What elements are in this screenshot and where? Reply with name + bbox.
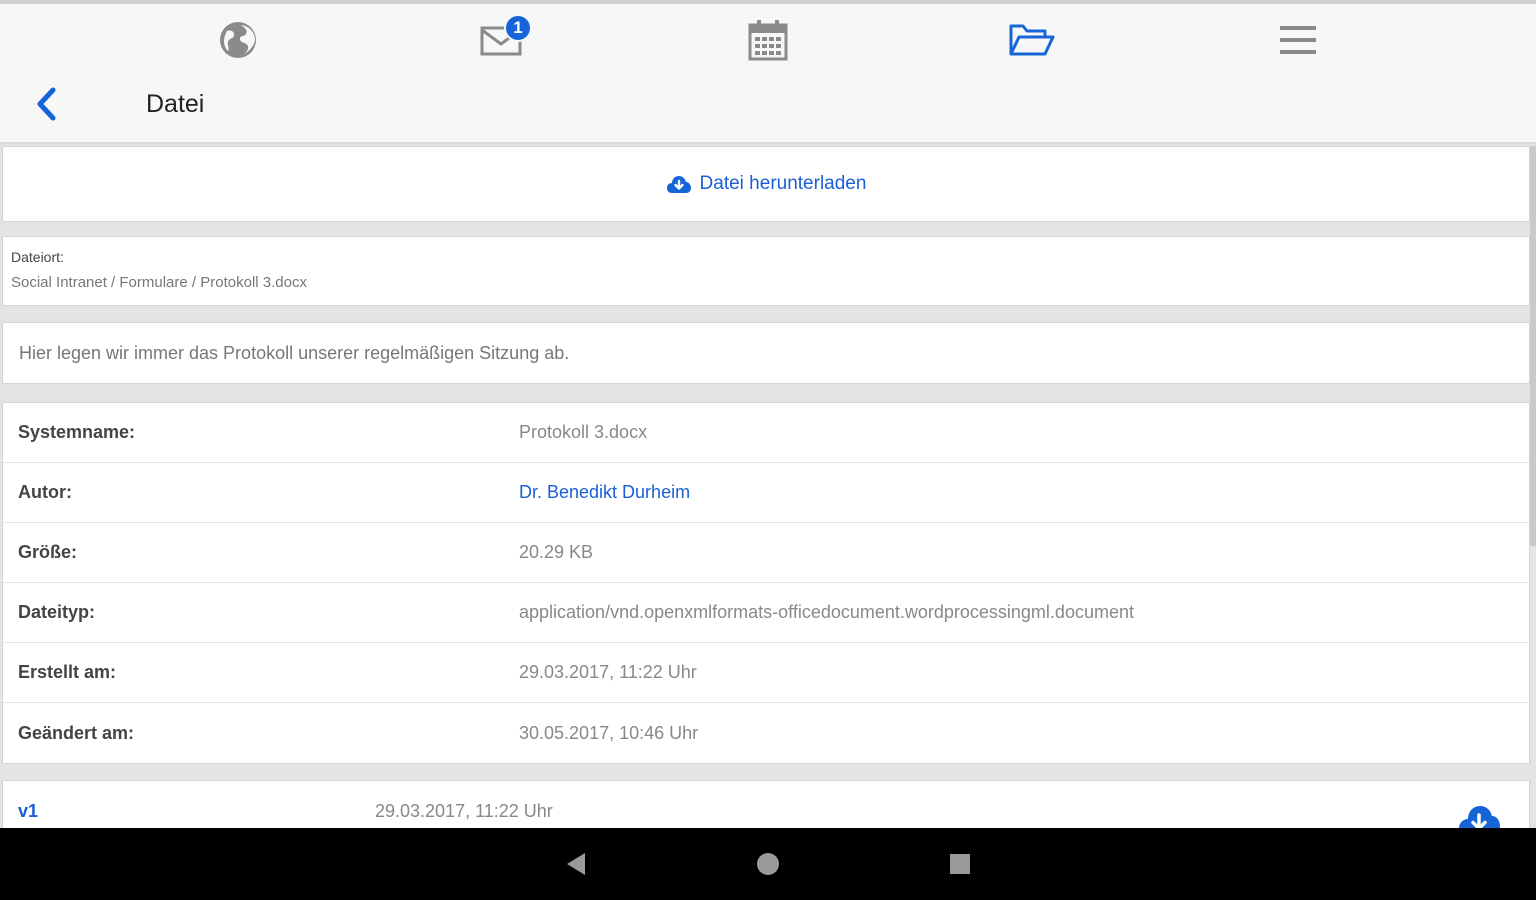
download-card[interactable]: Datei herunterladen xyxy=(2,146,1530,222)
notification-badge: 1 xyxy=(504,14,532,42)
scrollbar[interactable] xyxy=(1530,146,1536,546)
author-link[interactable]: Dr. Benedikt Durheim xyxy=(519,482,690,503)
home-circle-icon xyxy=(757,853,779,875)
detail-value: application/vnd.openxmlformats-officedoc… xyxy=(519,602,1134,622)
version-date: 29.03.2017, 11:22 Uhr xyxy=(375,801,553,821)
app-header: 1 Datei xyxy=(0,4,1536,144)
back-triangle-icon xyxy=(567,853,585,875)
file-location: Dateiort: Social Intranet / Formulare / … xyxy=(2,236,1530,306)
location-path: Social Intranet / Formulare / Protokoll … xyxy=(11,274,307,291)
back-button[interactable] xyxy=(24,80,68,128)
detail-row-modified: Geändert am: 30.05.2017, 10:46 Uhr xyxy=(3,703,1529,763)
nav-recents-button[interactable] xyxy=(940,846,980,882)
detail-value: 20.29 KB xyxy=(519,542,594,562)
tab-mail[interactable]: 1 xyxy=(470,12,534,68)
tab-files[interactable] xyxy=(1000,12,1064,68)
detail-label: Erstellt am: xyxy=(18,662,117,682)
globe-icon xyxy=(220,22,256,58)
location-label: Dateiort: xyxy=(11,249,64,265)
detail-row-filetype: Dateityp: application/vnd.openxmlformats… xyxy=(3,583,1529,643)
detail-row-size: Größe: 20.29 KB xyxy=(3,523,1529,583)
detail-row-author: Autor: Dr. Benedikt Durheim xyxy=(3,463,1529,523)
system-nav-bar xyxy=(0,828,1536,900)
detail-label: Dateityp: xyxy=(18,602,96,622)
detail-row-systemname: Systemname: Protokoll 3.docx xyxy=(3,403,1529,463)
version-link[interactable]: v1 xyxy=(18,801,38,822)
download-label: Datei herunterladen xyxy=(699,173,867,194)
nav-back-button[interactable] xyxy=(556,846,596,882)
calendar-icon xyxy=(748,20,788,61)
menu-icon xyxy=(1280,26,1316,54)
detail-label: Größe: xyxy=(18,542,78,562)
detail-value: 30.05.2017, 10:46 Uhr xyxy=(519,722,699,743)
detail-label: Autor: xyxy=(18,482,72,502)
page-title: Datei xyxy=(146,90,205,118)
nav-home-button[interactable] xyxy=(748,846,788,882)
chevron-left-icon xyxy=(37,87,56,121)
details-table: Systemname: Protokoll 3.docx Autor: Dr. … xyxy=(2,402,1530,764)
tab-calendar[interactable] xyxy=(736,12,800,68)
folder-open-icon xyxy=(1009,24,1055,56)
detail-value: 29.03.2017, 11:22 Uhr xyxy=(519,662,697,682)
detail-label: Geändert am: xyxy=(18,722,135,743)
cloud-download-icon xyxy=(666,176,691,193)
file-description: Hier legen wir immer das Protokoll unser… xyxy=(2,322,1530,384)
download-link[interactable]: Datei herunterladen xyxy=(666,173,867,195)
tab-menu[interactable] xyxy=(1266,12,1330,68)
tab-bar: 1 xyxy=(0,4,1536,72)
tab-globe[interactable] xyxy=(206,12,270,68)
detail-value: Protokoll 3.docx xyxy=(519,422,648,442)
recents-square-icon xyxy=(950,854,970,874)
detail-row-created: Erstellt am: 29.03.2017, 11:22 Uhr xyxy=(3,643,1529,703)
detail-label: Systemname: xyxy=(18,422,136,442)
